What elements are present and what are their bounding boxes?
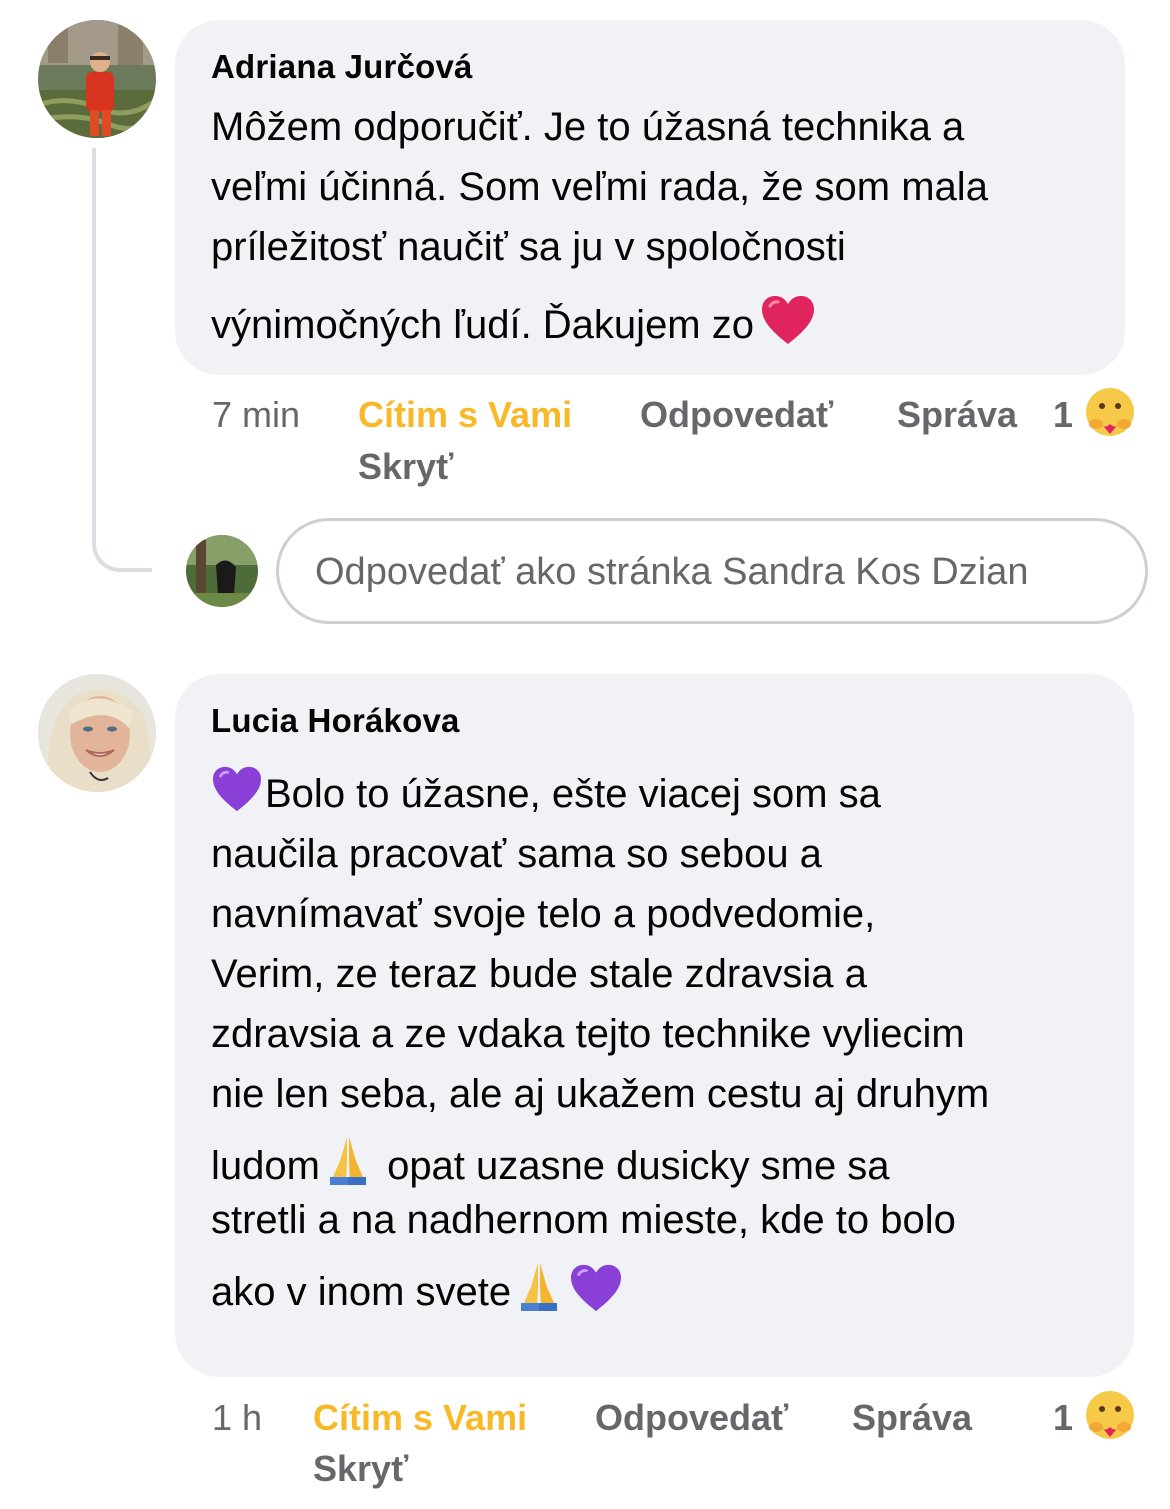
care-reaction-icon[interactable]: [1084, 1389, 1136, 1441]
reaction-button[interactable]: Cítim s Vami: [313, 1397, 527, 1439]
comment-line: nie len seba, ale aj ukažem cestu aj dru…: [211, 1072, 990, 1116]
avatar-page-sandra: [186, 535, 258, 607]
reply-input[interactable]: [313, 521, 1117, 623]
comment-line: veľmi účinná. Som veľmi rada, že som mal…: [211, 165, 988, 209]
comment-author[interactable]: Lucia Horákova: [211, 702, 460, 740]
hide-button[interactable]: Skryť: [358, 446, 453, 488]
hide-button[interactable]: Skryť: [313, 1448, 408, 1490]
comment-line: naučila pracovať sama so sebou a: [211, 832, 822, 876]
purple-heart-emoji: [569, 1258, 623, 1342]
comment-line: stretli a na nadhernom mieste, kde to bo…: [211, 1198, 956, 1242]
thread-connector: [92, 148, 152, 572]
comment-bubble-lucia: Lucia Horákova Bolo to úžasne, ešte viac…: [175, 674, 1134, 1377]
message-button[interactable]: Správa: [897, 394, 1017, 436]
message-button[interactable]: Správa: [852, 1397, 972, 1439]
red-heart-emoji: [760, 285, 816, 381]
comment-line-last: výnimočných ľudí. Ďakujem zo: [211, 277, 988, 355]
care-reaction-icon[interactable]: [1084, 386, 1136, 438]
comment-timestamp[interactable]: 1 h: [212, 1397, 262, 1439]
comment-line: ludom: [211, 1144, 320, 1188]
comment-line: opat uzasne dusicky sme sa: [375, 1144, 890, 1188]
avatar-lucia[interactable]: [38, 674, 156, 792]
reaction-count[interactable]: 1: [1053, 1397, 1073, 1439]
comment-line: výnimočných ľudí. Ďakujem zo: [211, 303, 754, 347]
comment-timestamp[interactable]: 7 min: [212, 394, 300, 436]
comment-line: Môžem odporučiť. Je to úžasná technika a: [211, 105, 965, 149]
reaction-count[interactable]: 1: [1053, 394, 1073, 436]
comment-line-first: Bolo to úžasne, ešte viacej som sa: [211, 764, 989, 824]
reply-button[interactable]: Odpovedať: [640, 394, 833, 436]
comment-line: navnímavať svoje telo a podvedomie,: [211, 892, 876, 936]
comment-bubble-adriana: Adriana Jurčová Môžem odporučiť. Je to ú…: [175, 20, 1125, 375]
comment-line-pray: ludom opat uzasne dusicky sme sa: [211, 1124, 989, 1190]
folded-hands-emoji: [511, 1257, 567, 1342]
comment-line: príležitosť naučiť sa ju v spoločnosti: [211, 225, 846, 269]
comment-text: Môžem odporučiť. Je to úžasná technika a…: [211, 97, 988, 355]
reaction-button[interactable]: Cítim s Vami: [358, 394, 572, 436]
comment-line: zdravsia a ze vdaka tejto technike vylie…: [211, 1012, 965, 1056]
comment-line: ako v inom svete: [211, 1270, 512, 1314]
comment-author[interactable]: Adriana Jurčová: [211, 48, 473, 86]
reply-input-container[interactable]: [276, 518, 1148, 624]
avatar-adriana[interactable]: [38, 20, 156, 138]
comment-line-last: ako v inom svete: [211, 1250, 989, 1316]
comment-line: Verim, ze teraz bude stale zdravsia a: [211, 952, 867, 996]
comment-text: Bolo to úžasne, ešte viacej som sa nauči…: [211, 764, 989, 1316]
purple-heart-emoji: [211, 765, 263, 830]
reply-button[interactable]: Odpovedať: [595, 1397, 788, 1439]
comment-line: Bolo to úžasne, ešte viacej som sa: [265, 772, 881, 816]
